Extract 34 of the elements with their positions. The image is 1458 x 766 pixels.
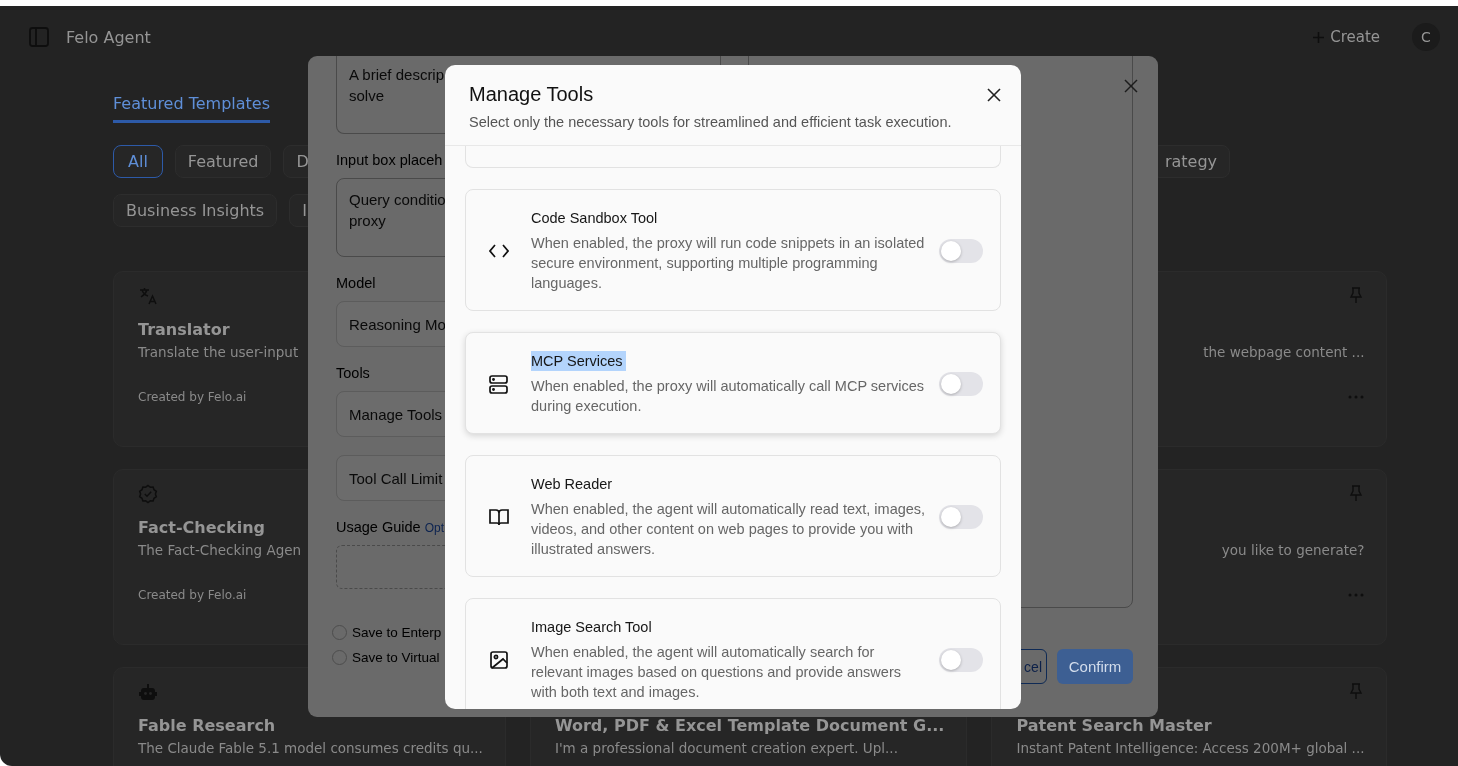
card-title: Word, PDF & Excel Template Document G... xyxy=(554,716,945,735)
dialog-title: Manage Tools xyxy=(469,83,594,106)
card-title: Fact-Checking xyxy=(138,518,265,537)
card-description: the webpage content ... xyxy=(1203,344,1365,360)
dialog-subtitle: Select only the necessary tools for streamlined and efficient task execution. xyxy=(469,114,953,130)
placeholder-text: proxy xyxy=(349,211,386,231)
tool-description: When enabled, the proxy will run code snippets in an isolated secure environment, supporting multiple programming languages. xyxy=(531,234,926,293)
card-title: Fable Research xyxy=(138,716,276,735)
card-description: you like to generate? xyxy=(1221,542,1365,558)
tool-description: When enabled, the proxy will automatically call MCP services during execution. xyxy=(531,377,925,416)
card-description: I'm a professional document creation expert. Upl... xyxy=(554,740,898,756)
field-label: Model xyxy=(336,275,376,291)
card-title: Patent Search Master xyxy=(1016,716,1212,735)
placeholder-text: solve xyxy=(349,86,385,106)
placeholder-text: Query conditio xyxy=(349,190,446,210)
tool-description: When enabled, the agent will automatically read text, images, videos, and other content on web pages to provide you with illustrated answers. xyxy=(531,500,927,559)
app-title: Felo Agent xyxy=(66,27,151,47)
field-label: Input box placeh xyxy=(336,152,443,168)
card-description: The Fact-Checking Agen xyxy=(138,542,302,558)
card-title: Translator xyxy=(138,320,230,339)
creator-label: Created by Felo.ai xyxy=(138,588,247,602)
card-description: Instant Patent Intelligence: Access 200M+ global ... xyxy=(1016,740,1365,756)
placeholder-text: A brief descrip xyxy=(349,65,445,85)
field-label: Tools xyxy=(336,365,370,381)
field-label: Usage Guide xyxy=(336,519,421,535)
card-description: The Claude Fable 5.1 model consumes credits qu... xyxy=(138,740,483,756)
tool-name: Web Reader xyxy=(531,475,614,494)
tool-name: MCP Services xyxy=(531,351,626,371)
optional-hint: Opt xyxy=(424,521,444,535)
tool-description: When enabled, the agent will automatically search for relevant images based on questions and provide answers with both text and images. xyxy=(531,643,902,702)
card-description: Translate the user-input xyxy=(138,344,299,360)
creator-label: Created by Felo.ai xyxy=(138,390,247,404)
tool-name: Image Search Tool xyxy=(531,618,653,637)
tool-name: Code Sandbox Tool xyxy=(531,209,659,228)
